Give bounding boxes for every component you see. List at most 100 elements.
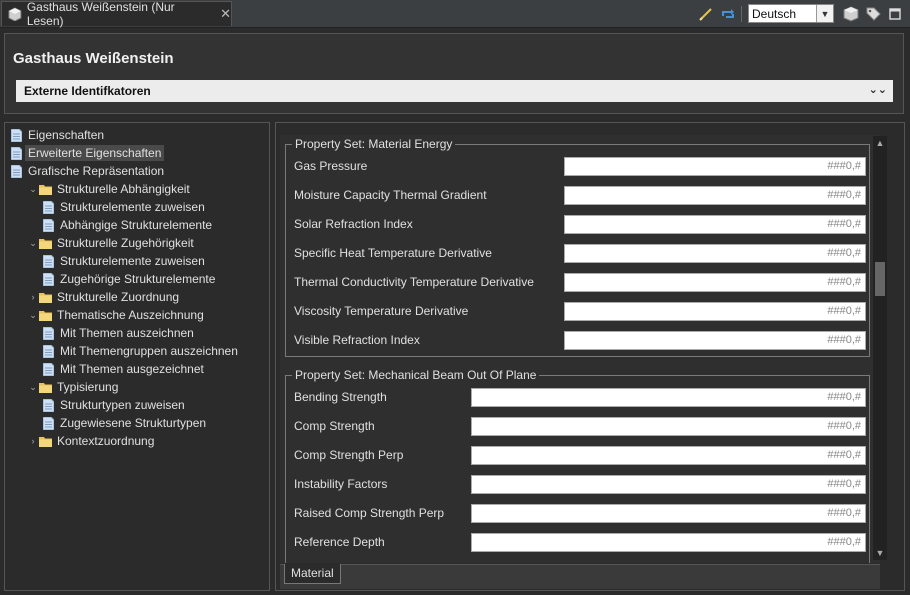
tree-item[interactable]: Mit Themen ausgezeichnet	[43, 360, 204, 378]
tree-item-label: Strukturelle Abhängigkeit	[57, 182, 190, 196]
tree-item[interactable]: Strukturelemente zuweisen	[43, 252, 205, 270]
document-icon	[43, 344, 54, 358]
document-icon	[11, 164, 22, 178]
folder-icon	[39, 293, 52, 303]
tree-item[interactable]: Grafische Repräsentation	[11, 162, 164, 180]
property-value-field[interactable]: ###0,#	[471, 388, 866, 407]
tree-item-label: Zugewiesene Strukturtypen	[60, 416, 207, 430]
pencil-icon[interactable]	[697, 5, 715, 23]
document-icon	[43, 362, 54, 376]
property-label: Comp Strength	[294, 419, 375, 433]
document-icon	[11, 128, 22, 142]
chevron-down-icon[interactable]: ⌄	[27, 238, 39, 249]
chevron-down-icon[interactable]: ⌄	[27, 382, 39, 393]
vertical-scrollbar[interactable]: ▲ ▼	[873, 136, 887, 560]
document-icon	[43, 416, 54, 430]
editor-tab-title: Gasthaus Weißenstein (Nur Lesen)	[26, 0, 175, 28]
scroll-up-icon[interactable]: ▲	[873, 136, 887, 150]
tree-item-label: Strukturelemente zuweisen	[60, 254, 205, 268]
property-value-field[interactable]: ###0,#	[471, 475, 866, 494]
maximize-icon[interactable]	[886, 5, 904, 23]
chevron-right-icon[interactable]: ›	[27, 436, 39, 446]
property-label: Viscosity Temperature Derivative	[294, 304, 469, 318]
property-value-field[interactable]: ###0,#	[471, 417, 866, 436]
property-label: Moisture Capacity Thermal Gradient	[294, 188, 487, 202]
tree-item[interactable]: ⌄ Strukturelle Zugehörigkeit	[27, 234, 194, 252]
property-label: Gas Pressure	[294, 159, 368, 173]
double-chevron-down-icon[interactable]: ⌄⌄	[869, 83, 887, 96]
folder-icon	[39, 437, 52, 447]
tree-item-label: Strukturelle Zugehörigkeit	[57, 236, 194, 250]
folder-icon	[39, 239, 52, 249]
external-identifiers-section[interactable]: Externe Identifkatoren ⌄⌄	[16, 80, 893, 102]
page-title: Gasthaus Weißenstein	[13, 50, 174, 67]
chevron-down-icon[interactable]: ⌄	[27, 184, 39, 195]
property-set-group: Property Set: Material Energy Gas Pressur…	[285, 137, 870, 357]
tree-item-label: Strukturelemente zuweisen	[60, 200, 205, 214]
tree-item-label: Kontextzuordnung	[57, 434, 155, 448]
document-icon	[43, 254, 54, 268]
chevron-down-icon[interactable]: ▼	[816, 5, 833, 22]
chevron-down-icon[interactable]: ⌄	[27, 310, 39, 321]
document-icon	[43, 218, 54, 232]
tree-item[interactable]: Strukturelemente zuweisen	[43, 198, 205, 216]
tree-item-label: Strukturelle Zuordnung	[57, 290, 180, 304]
tag-icon[interactable]	[864, 5, 882, 23]
tree-item-label: Strukturtypen zuweisen	[60, 398, 185, 412]
property-value-field[interactable]: ###0,#	[564, 186, 866, 205]
property-panel: Property Set: Material Energy Gas Pressur…	[275, 122, 905, 591]
tree-item-label: Typisierung	[57, 380, 119, 394]
property-value-field[interactable]: ###0,#	[471, 533, 866, 552]
document-icon	[43, 398, 54, 412]
property-label: Visible Refraction Index	[294, 333, 420, 347]
scrollbar-thumb[interactable]	[875, 262, 885, 296]
folder-icon	[39, 383, 52, 393]
tree-item[interactable]: ⌄ Typisierung	[27, 378, 118, 396]
tree-item[interactable]: Strukturtypen zuweisen	[43, 396, 185, 414]
language-select[interactable]: Deutsch ▼	[748, 4, 834, 23]
document-icon	[43, 326, 54, 340]
property-value-field[interactable]: ###0,#	[564, 215, 866, 234]
property-value-field[interactable]: ###0,#	[564, 244, 866, 263]
scroll-down-icon[interactable]: ▼	[873, 546, 887, 560]
property-label: Comp Strength Perp	[294, 448, 404, 462]
tree-item[interactable]: Mit Themen auszeichnen	[43, 324, 194, 342]
editor-tab[interactable]: Gasthaus Weißenstein (Nur Lesen) ✕	[1, 0, 232, 28]
tree-item[interactable]: › Kontextzuordnung	[27, 432, 155, 450]
folder-icon	[39, 185, 52, 195]
tree-item[interactable]: Erweiterte Eigenschaften	[11, 144, 165, 162]
tree-item[interactable]: ⌄ Thematische Auszeichnung	[27, 306, 204, 324]
property-label: Specific Heat Temperature Derivative	[294, 246, 492, 260]
property-label: Solar Refraction Index	[294, 217, 413, 231]
cube-icon[interactable]	[842, 5, 860, 23]
property-value-field[interactable]: ###0,#	[471, 446, 866, 465]
tree-item[interactable]: Mit Themengruppen auszeichnen	[43, 342, 238, 360]
property-label: Bending Strength	[294, 390, 387, 404]
property-value-field[interactable]: ###0,#	[564, 157, 866, 176]
chevron-right-icon[interactable]: ›	[27, 292, 39, 302]
close-icon[interactable]: ✕	[220, 6, 231, 22]
tree-item[interactable]: › Strukturelle Zuordnung	[27, 288, 180, 306]
property-set-group: Property Set: Mechanical Beam Out Of Pla…	[285, 368, 870, 563]
editor-header: Gasthaus Weißenstein Externe Identifkato…	[4, 33, 904, 114]
property-label: Thermal Conductivity Temperature Derivat…	[294, 275, 534, 289]
language-value: Deutsch	[752, 6, 797, 21]
property-scroll-area: Property Set: Material Energy Gas Pressur…	[280, 135, 880, 563]
property-value-field[interactable]: ###0,#	[564, 302, 866, 321]
folder-icon	[39, 311, 52, 321]
property-label: Instability Factors	[294, 477, 388, 491]
tab-material[interactable]: Material	[284, 564, 341, 584]
property-value-field[interactable]: ###0,#	[564, 331, 866, 350]
property-value-field[interactable]: ###0,#	[564, 273, 866, 292]
editor-tab-bar: Gasthaus Weißenstein (Nur Lesen) ✕ Deuts…	[0, 0, 910, 28]
tree-item[interactable]: ⌄ Strukturelle Abhängigkeit	[27, 180, 190, 198]
sync-icon[interactable]	[719, 5, 737, 23]
bottom-tab-bar: Material	[280, 564, 880, 589]
tree-item[interactable]: Zugewiesene Strukturtypen	[43, 414, 206, 432]
property-value-field[interactable]: ###0,#	[471, 504, 866, 523]
tree-item[interactable]: Eigenschaften	[11, 126, 104, 144]
property-label: Raised Comp Strength Perp	[294, 506, 445, 520]
tree-item[interactable]: Zugehörige Strukturelemente	[43, 270, 215, 288]
tree-item[interactable]: Abhängige Strukturelemente	[43, 216, 212, 234]
tree-item-label: Thematische Auszeichnung	[57, 308, 204, 322]
